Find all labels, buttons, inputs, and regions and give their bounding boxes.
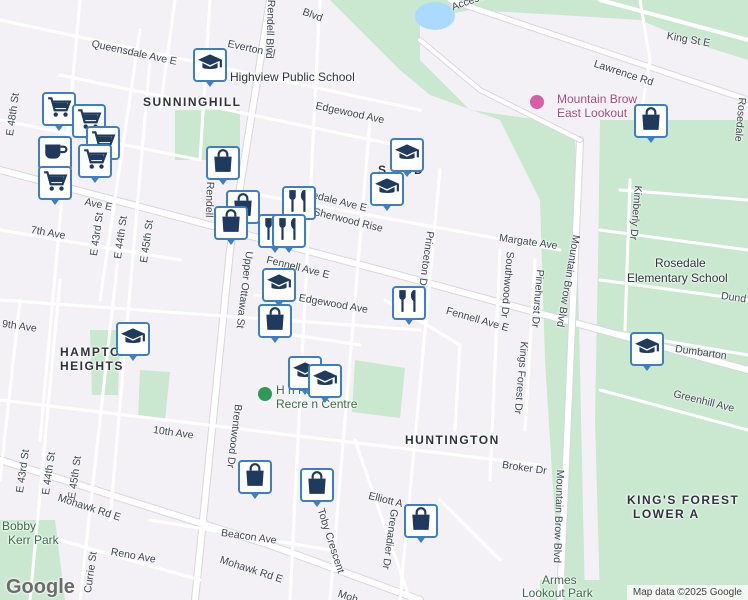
map-marker[interactable]	[116, 322, 150, 362]
pond	[415, 2, 455, 30]
map-canvas[interactable]: SUNNINGHILL HUNTINGTON HAMPTON HEIGHTS K…	[0, 0, 748, 600]
shopping-bag-icon	[304, 470, 330, 501]
neighborhood-huntington: HUNTINGTON	[405, 433, 500, 447]
poi-rosedale-1[interactable]: Rosedale	[655, 257, 706, 269]
viewpoint-icon[interactable]	[530, 95, 544, 109]
recreation-icon[interactable]	[258, 387, 272, 401]
school-icon	[394, 140, 420, 171]
map-marker[interactable]	[262, 268, 296, 308]
map-marker[interactable]	[634, 104, 668, 144]
map-marker[interactable]	[238, 460, 272, 500]
map-marker[interactable]	[214, 206, 248, 246]
map-attribution[interactable]: Map data ©2025 Google	[626, 585, 748, 600]
poi-lookout-1[interactable]: Mountain Brow	[557, 93, 637, 105]
map-marker[interactable]	[308, 364, 342, 404]
school-icon	[634, 334, 660, 365]
neighborhood-sunninghill: SUNNINGHILL	[143, 95, 242, 109]
rec-centre-park	[352, 360, 405, 418]
neighborhood-hampton-2: HEIGHTS	[60, 359, 124, 373]
shopping-bag-icon	[262, 306, 288, 337]
poi-highview-school[interactable]: Highview Public School	[230, 71, 355, 83]
shopping-bag-icon	[210, 148, 236, 179]
poi-bobby-2[interactable]: Kerr Park	[8, 534, 59, 546]
poi-bobby-1[interactable]: Bobby	[2, 520, 36, 532]
street-rendell-top: Rendell Blvd	[262, 0, 277, 59]
map-marker[interactable]	[38, 166, 72, 206]
map-marker[interactable]	[42, 92, 76, 132]
map-marker[interactable]	[300, 468, 334, 508]
map-marker[interactable]	[404, 504, 438, 544]
map-marker[interactable]	[206, 146, 240, 186]
neighborhood-kings-forest-1: KING'S FOREST	[627, 493, 740, 507]
small-park	[138, 370, 170, 420]
shopping-bag-icon	[242, 462, 268, 493]
neighborhood-kings-forest-2: LOWER A	[633, 507, 700, 521]
school-icon	[266, 270, 292, 301]
school-icon	[120, 324, 146, 355]
cart-icon	[46, 94, 72, 125]
cart-icon	[42, 168, 68, 199]
map-marker[interactable]	[272, 214, 306, 254]
map-marker[interactable]	[258, 304, 292, 344]
map-marker[interactable]	[392, 286, 426, 326]
restaurant-icon	[396, 288, 422, 319]
shopping-bag-icon	[408, 506, 434, 537]
shopping-bag-icon	[638, 106, 664, 137]
cafe-icon	[42, 138, 68, 169]
cart-icon	[82, 146, 108, 177]
map-marker[interactable]	[370, 172, 404, 212]
poi-rosedale-2[interactable]: Elementary School	[627, 272, 728, 284]
google-logo[interactable]: Google	[6, 576, 75, 599]
map-marker[interactable]	[630, 332, 664, 372]
shopping-bag-icon	[218, 208, 244, 239]
poi-armes-1[interactable]: Armes	[542, 574, 577, 586]
restaurant-icon	[276, 216, 302, 247]
map-marker[interactable]	[78, 144, 112, 184]
school-icon	[197, 50, 223, 81]
school-icon	[374, 174, 400, 205]
poi-lookout-2[interactable]: East Lookout	[557, 107, 627, 119]
poi-armes-2[interactable]: Lookout Park	[522, 587, 593, 599]
school-icon	[312, 366, 338, 397]
map-marker[interactable]	[193, 48, 227, 88]
